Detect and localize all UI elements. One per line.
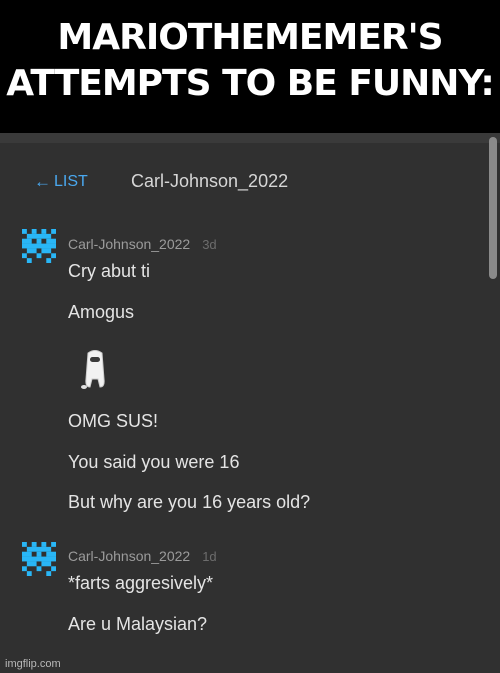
timestamp: 3d (202, 237, 217, 252)
meme-caption: MARIOTHEMEMER'S ATTEMPTS TO BE FUNNY: (0, 0, 500, 133)
caption-line-1: MARIOTHEMEMER'S (57, 17, 443, 58)
message-line: Cry abut ti (68, 261, 151, 281)
message-line: *farts aggresively* (68, 573, 214, 593)
timestamp: 1d (202, 549, 217, 564)
message-line: You said you were 16 (68, 452, 240, 472)
top-divider (0, 133, 500, 143)
pixel-avatar-icon[interactable] (22, 229, 56, 263)
username[interactable]: Carl-Johnson_2022 (68, 548, 190, 564)
pixel-avatar-icon[interactable] (22, 542, 56, 576)
chat-screenshot: ← LIST Carl-Johnson_2022 Carl-Johnson_20… (0, 133, 500, 673)
thread-header: ← LIST Carl-Johnson_2022 (0, 170, 480, 196)
amogus-crewmate-icon (81, 350, 105, 389)
message-line: OMG SUS! (68, 411, 159, 431)
back-to-list-link[interactable]: ← LIST (34, 172, 88, 192)
message-meta: Carl-Johnson_2022 1d (68, 548, 217, 564)
back-link-label: LIST (54, 173, 88, 190)
message-line: Amogus (68, 302, 135, 322)
username[interactable]: Carl-Johnson_2022 (68, 236, 190, 252)
message-meta: Carl-Johnson_2022 3d (68, 236, 217, 252)
scrollbar[interactable] (489, 137, 497, 279)
message-line: But why are you 16 years old? (68, 492, 311, 512)
thread-title: Carl-Johnson_2022 (131, 171, 289, 191)
left-arrow-icon: ← (34, 172, 51, 191)
imgflip-watermark: imgflip.com (5, 658, 61, 670)
caption-line-2: ATTEMPTS TO BE FUNNY: (6, 63, 495, 104)
message-line: Are u Malaysian? (68, 614, 208, 634)
